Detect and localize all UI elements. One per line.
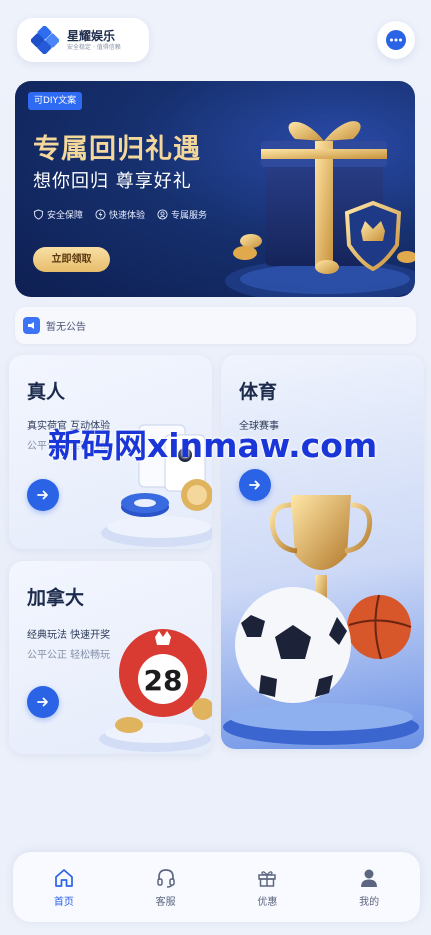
lottery-ball-number: 28 — [144, 664, 183, 697]
announcement-icon — [23, 317, 40, 334]
arrow-right-icon — [249, 480, 260, 490]
message-button[interactable] — [377, 21, 415, 59]
feature-label: 快速体验 — [109, 211, 146, 221]
nav-promotions[interactable]: 优惠 — [232, 867, 302, 908]
nav-label: 优惠 — [257, 896, 278, 908]
watermark-text: 新码网xinmaw.com — [48, 426, 378, 465]
card-title: 加拿大 — [27, 587, 85, 609]
banner-title: 专属回归礼遇 — [33, 134, 201, 165]
category-card-sports[interactable]: 体育 全球赛事 — [221, 355, 424, 749]
card-subtitle: 经典玩法 快速开奖 — [27, 630, 111, 641]
nav-label: 首页 — [53, 896, 74, 908]
banner-features: 安全保障 快速体验 专属服务 — [33, 208, 207, 221]
headset-icon — [156, 868, 175, 888]
enter-sports-button[interactable] — [239, 469, 271, 501]
enter-canada-button[interactable] — [27, 686, 59, 718]
feature-service: 专属服务 — [157, 208, 207, 221]
notice-bar[interactable]: 暂无公告 — [15, 307, 416, 344]
arrow-right-icon — [37, 490, 48, 500]
banner-tag: 可DIY文案 — [28, 92, 83, 110]
enter-live-button[interactable] — [27, 479, 59, 511]
nav-label: 我的 — [359, 896, 380, 908]
promo-banner[interactable]: 可DIY文案 专属回归礼遇 想你回归 尊享好礼 安全保障 快速体验 专属服务 立… — [15, 81, 415, 297]
lightning-icon — [95, 209, 106, 220]
brand-slogan: 安全稳定 · 值得信赖 — [67, 43, 121, 51]
nav-label: 客服 — [155, 896, 176, 908]
brand-badge: 星耀娱乐 安全稳定 · 值得信赖 — [17, 18, 149, 62]
home-icon — [55, 868, 73, 887]
chat-bubble-icon — [386, 30, 406, 50]
profile-icon — [361, 869, 378, 887]
bottom-nav: 首页 客服 优惠 我的 — [13, 852, 420, 922]
feature-label: 安全保障 — [47, 211, 84, 221]
notice-text: 暂无公告 — [46, 322, 86, 333]
shield-icon — [33, 209, 44, 220]
card-title: 真人 — [27, 381, 66, 403]
user-icon — [157, 209, 168, 220]
feature-speed: 快速体验 — [95, 208, 145, 221]
brand-logo-icon — [31, 26, 59, 54]
claim-button[interactable]: 立即领取 — [33, 247, 110, 272]
feature-label: 专属服务 — [171, 211, 208, 221]
card-caption: 公平公正 轻松畅玩 — [27, 650, 111, 661]
banner-subtitle: 想你回归 尊享好礼 — [33, 171, 192, 192]
category-card-canada[interactable]: 28 加拿大 经典玩法 快速开奖 公平公正 轻松畅玩 — [9, 561, 212, 754]
arrow-right-icon — [37, 697, 48, 707]
brand-name: 星耀娱乐 — [67, 28, 116, 43]
card-title: 体育 — [239, 381, 278, 403]
nav-support[interactable]: 客服 — [131, 867, 201, 908]
nav-profile[interactable]: 我的 — [334, 867, 404, 908]
trophy-ball-art — [223, 495, 419, 745]
feature-security: 安全保障 — [33, 208, 83, 221]
gift-icon — [258, 870, 277, 887]
nav-home[interactable]: 首页 — [29, 867, 99, 908]
